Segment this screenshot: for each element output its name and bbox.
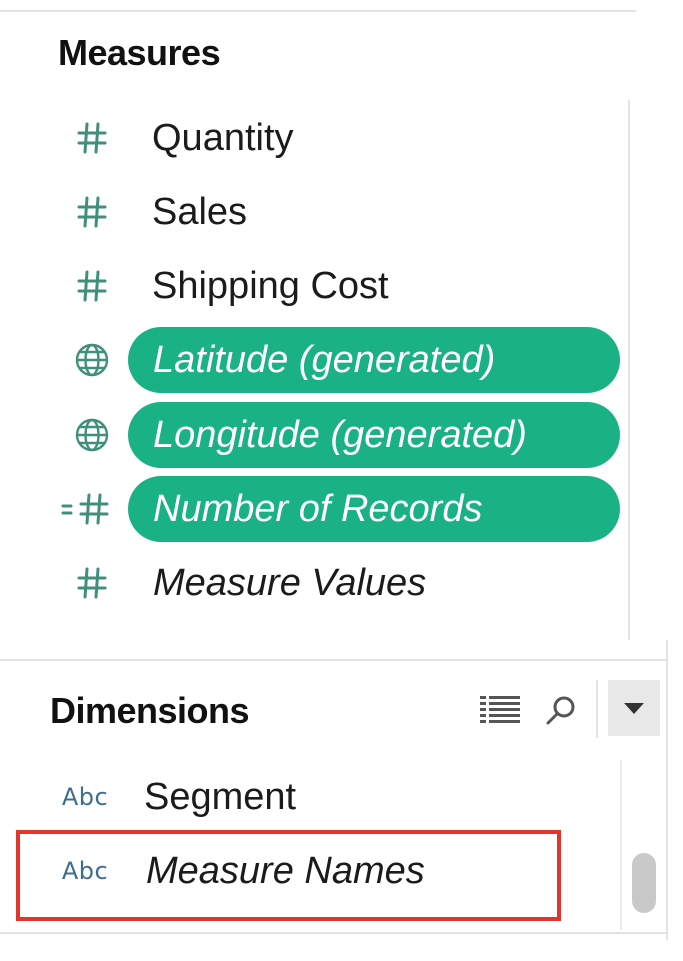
- string-type-icon: Abc: [61, 783, 109, 811]
- measure-label: Number of Records: [153, 488, 483, 530]
- section-divider: [0, 659, 668, 661]
- hash-icon: [72, 548, 112, 618]
- hash-icon: [72, 251, 112, 321]
- dimensions-menu-button[interactable]: [608, 680, 660, 736]
- calculated-hash-icon: [60, 474, 114, 544]
- measure-item-number-of-records[interactable]: Number of Records: [0, 474, 640, 544]
- measure-item-measure-values[interactable]: Measure Values: [0, 548, 640, 618]
- search-icon[interactable]: [542, 692, 580, 730]
- measure-label: Longitude (generated): [153, 414, 527, 456]
- measure-label: Measure Values: [153, 562, 427, 604]
- measure-item-longitude-generated[interactable]: Longitude (generated): [0, 400, 640, 470]
- dimension-label: Segment: [144, 776, 297, 818]
- measure-item-sales[interactable]: Sales: [0, 177, 640, 247]
- dimensions-right-border: [666, 640, 668, 940]
- dropdown-arrow-icon: [624, 703, 644, 714]
- scrollbar-thumb[interactable]: [632, 853, 656, 913]
- globe-icon: [72, 400, 112, 470]
- measures-title: Measures: [58, 32, 221, 73]
- measure-label: Quantity: [152, 117, 294, 159]
- measure-item-quantity[interactable]: Quantity: [0, 103, 640, 173]
- measure-label: Shipping Cost: [152, 265, 389, 307]
- measure-label: Sales: [152, 191, 248, 233]
- highlight-annotation-box: [16, 830, 561, 921]
- hash-icon: [72, 103, 112, 173]
- measure-item-latitude-generated[interactable]: Latitude (generated): [0, 325, 640, 395]
- hash-icon: [72, 177, 112, 247]
- dimensions-title: Dimensions: [50, 690, 250, 731]
- bottom-divider: [0, 932, 668, 934]
- dimension-item-segment[interactable]: Abc Segment: [0, 762, 640, 832]
- list-view-icon[interactable]: [478, 692, 522, 728]
- toolbar-separator: [596, 680, 598, 738]
- top-divider: [0, 10, 636, 12]
- globe-icon: [72, 325, 112, 395]
- measure-label: Latitude (generated): [153, 339, 496, 381]
- measure-item-shipping-cost[interactable]: Shipping Cost: [0, 251, 640, 321]
